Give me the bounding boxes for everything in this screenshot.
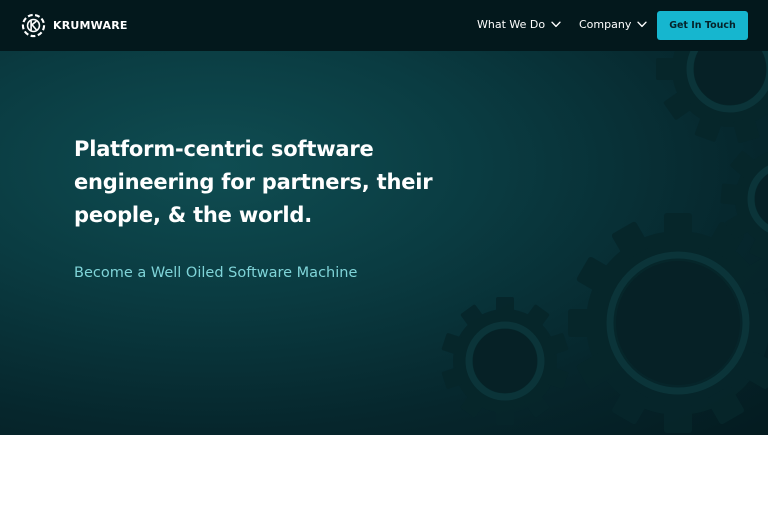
hero-section: Platform-centric software engineering fo… bbox=[0, 51, 768, 435]
nav-company[interactable]: Company bbox=[579, 18, 648, 31]
hero-subheadline: Become a Well Oiled Software Machine bbox=[74, 265, 358, 281]
chevron-down-icon bbox=[551, 21, 561, 28]
nav-what-we-do[interactable]: What We Do bbox=[477, 18, 561, 31]
chevron-down-icon bbox=[637, 21, 648, 28]
nav-company-label: Company bbox=[579, 18, 632, 31]
get-in-touch-button[interactable]: Get In Touch bbox=[657, 11, 748, 40]
brand-name: KRUMWARE bbox=[53, 19, 128, 32]
hero-headline: Platform-centric software engineering fo… bbox=[74, 137, 433, 227]
content-area bbox=[0, 435, 768, 512]
brand-logo[interactable]: KRUMWARE bbox=[21, 13, 128, 38]
gears-icon bbox=[441, 51, 768, 433]
nav-what-we-do-label: What We Do bbox=[477, 18, 546, 31]
krumware-logo-icon bbox=[21, 13, 46, 38]
top-navbar: KRUMWARE What We Do Company Get In Touch bbox=[0, 0, 768, 51]
